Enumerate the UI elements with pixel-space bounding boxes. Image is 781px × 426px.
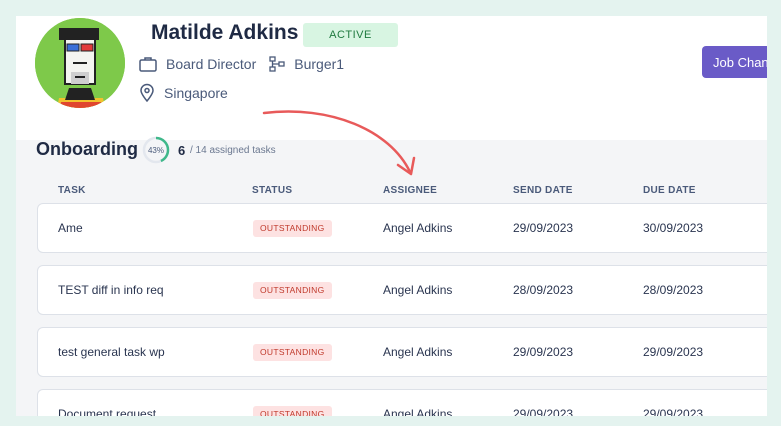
completed-count: 6 [178,143,186,158]
status-badge: ACTIVE [303,23,398,47]
table-row[interactable]: Document request OUTSTANDING Angel Adkin… [37,389,767,416]
progress-percent: 43% [147,145,164,155]
task-total-label: / 14 assigned tasks [190,145,276,156]
task-name: Document request [58,407,157,416]
due-date: 29/09/2023 [643,407,704,416]
table-row[interactable]: TEST diff in info req OUTSTANDING Angel … [37,265,767,315]
due-date: 28/09/2023 [643,283,704,297]
send-date: 28/09/2023 [513,283,574,297]
assignee: Angel Adkins [383,221,453,235]
table-row[interactable]: test general task wp OUTSTANDING Angel A… [37,327,767,377]
job-change-button[interactable]: Job Chang [702,46,767,78]
task-name: Ame [58,221,83,235]
org-chart-icon [268,55,286,73]
briefcase-icon [138,55,158,73]
send-date: 29/09/2023 [513,407,574,416]
table-row[interactable]: Ame OUTSTANDING Angel Adkins 29/09/2023 … [37,203,767,253]
status-badge: OUTSTANDING [253,219,332,237]
due-date: 29/09/2023 [643,345,704,359]
column-header-due-date[interactable]: DUE DATE [643,185,696,196]
send-date: 29/09/2023 [513,345,574,359]
due-date: 30/09/2023 [643,221,704,235]
assignee: Angel Adkins [383,345,453,359]
location-pin-icon [138,83,156,103]
employee-meta-row: Board Director Burger1 [138,55,344,73]
position-label: Board Director [166,56,257,72]
send-date: 29/09/2023 [513,221,574,235]
task-name: TEST diff in info req [58,283,164,297]
status-badge: OUTSTANDING [253,405,332,416]
profile-header: Matilde Adkins ACTIVE Board Director Bur… [16,16,767,140]
status-badge: OUTSTANDING [253,281,332,299]
location-label: Singapore [164,85,228,101]
employee-name: Matilde Adkins [151,21,299,44]
status-badge: OUTSTANDING [253,343,332,361]
column-header-task[interactable]: TASK [58,185,86,196]
section-title: Onboarding [36,139,138,159]
task-name: test general task wp [58,345,165,359]
employee-profile-frame: Matilde Adkins ACTIVE Board Director Bur… [16,16,767,416]
assignee: Angel Adkins [383,407,453,416]
employee-location-row: Singapore [138,83,228,103]
team-label: Burger1 [294,56,345,72]
column-header-assignee[interactable]: ASSIGNEE [383,185,437,196]
column-header-send-date[interactable]: SEND DATE [513,185,573,196]
column-header-status[interactable]: STATUS [252,185,292,196]
assignee: Angel Adkins [383,283,453,297]
avatar [35,18,125,108]
